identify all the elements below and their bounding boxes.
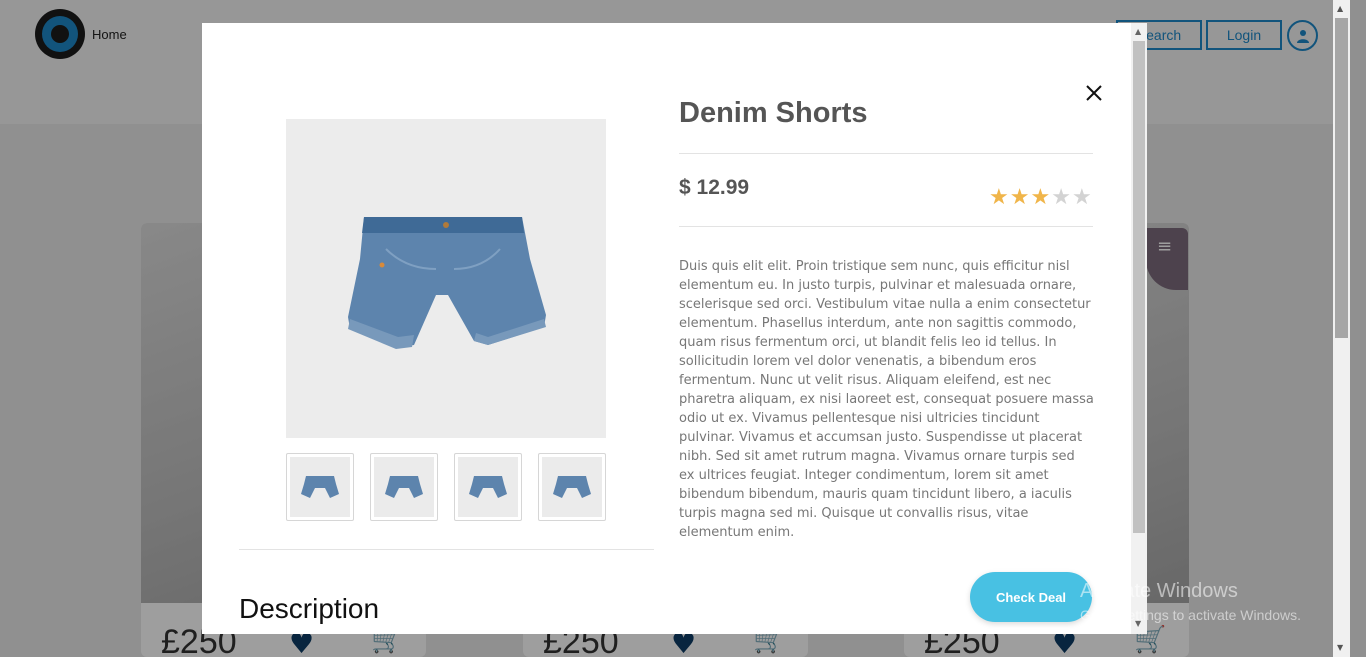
product-description: Duis quis elit elit. Proin tristique sem… [679,259,1094,540]
watermark-line2: Go to Settings to activate Windows. [1080,607,1301,623]
page-scrollbar[interactable]: ▲ ▼ [1333,0,1350,657]
star-filled-icon: ★ [1030,185,1051,210]
star-filled-icon: ★ [989,185,1009,210]
modal-scrollbar[interactable]: ▲ ▼ [1131,23,1147,634]
product-title: Denim Shorts [679,97,868,129]
scroll-up-arrow-icon[interactable]: ▲ [1135,27,1141,36]
watermark-line1: Activate Windows [1080,580,1238,602]
rating-stars: ★ ★ ★ ★ ★ [989,187,1092,209]
description-heading: Description [239,593,380,624]
thumbnail[interactable] [538,453,606,521]
thumbnail[interactable] [454,453,522,521]
scroll-down-arrow-icon[interactable]: ▼ [1337,643,1343,652]
thumbnail[interactable] [286,453,354,521]
close-button[interactable] [1082,81,1106,105]
page-scrollbar-thumb[interactable] [1335,18,1348,338]
modal-scrollbar-thumb[interactable] [1133,41,1145,533]
product-main-image [286,119,606,438]
close-icon [1086,85,1102,101]
thumbnail-strip [286,453,606,521]
divider [679,226,1093,227]
star-filled-icon: ★ [1009,185,1030,210]
product-modal: Description Denim Shorts $ 12.99 ★ ★ ★ ★ ★ D… [202,23,1147,634]
divider [679,153,1093,154]
check-deal-button[interactable]: Check Deal [970,572,1092,622]
scroll-up-arrow-icon[interactable]: ▲ [1337,4,1343,13]
product-price: $ 12.99 [679,176,750,199]
star-empty-icon: ★ [1071,185,1092,210]
activation-watermark: Activate Windows Go to Settings to activ… [1080,580,1301,623]
divider [239,549,654,550]
thumbnail[interactable] [370,453,438,521]
star-empty-icon: ★ [1051,185,1071,210]
